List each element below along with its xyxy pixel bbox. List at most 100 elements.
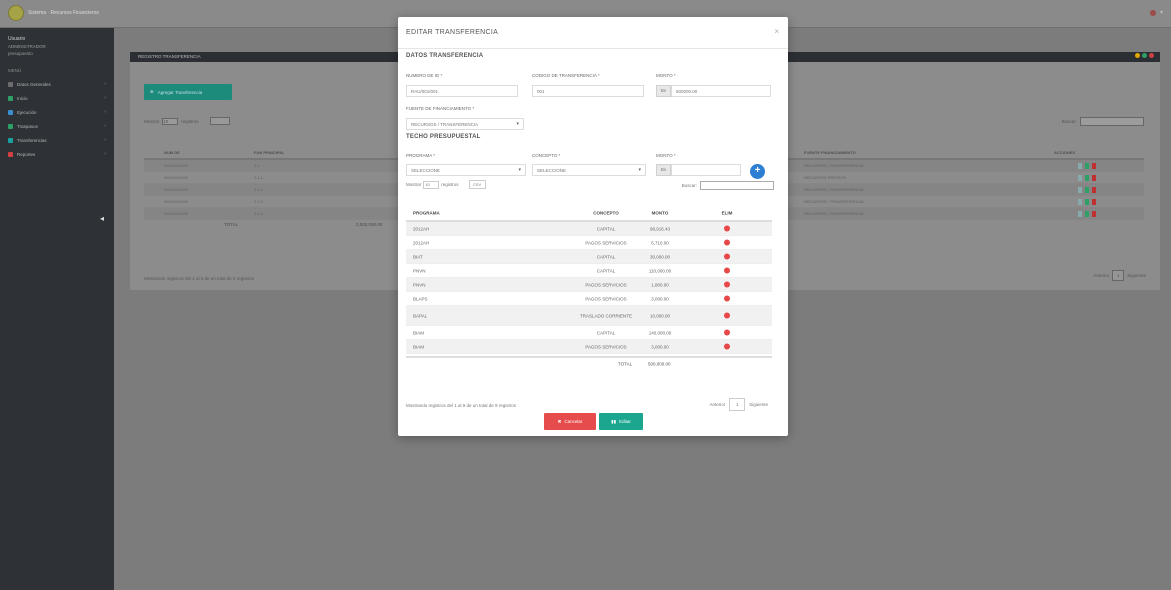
next-page-button[interactable]: Siguiente: [1127, 273, 1146, 278]
delete-row-button[interactable]: [720, 329, 734, 336]
table-header: PROGRAMA CONCEPTO MONTO ELIM: [406, 205, 772, 222]
col-program[interactable]: PROGRAMA: [413, 210, 440, 215]
delete-row-button[interactable]: [720, 239, 734, 246]
delete-row-button[interactable]: [720, 343, 734, 350]
prev-page-button[interactable]: Anterior: [1093, 273, 1109, 278]
user-menu[interactable]: ▾: [1149, 9, 1163, 16]
column-header[interactable]: FUENTE FINANCIAMIENTO: [804, 150, 856, 155]
page-length-select[interactable]: 10: [423, 180, 440, 189]
delete-icon: [724, 225, 730, 231]
cancel-button[interactable]: ✖ Cancelar: [544, 413, 596, 430]
cell-program: BLAPS: [413, 296, 428, 301]
view-icon[interactable]: [1078, 162, 1082, 169]
num-id-input[interactable]: RAU/001/001: [406, 85, 518, 97]
export-button[interactable]: [209, 117, 230, 125]
delete-row-button[interactable]: [720, 225, 734, 232]
minimize-icon[interactable]: [1135, 53, 1140, 58]
search-label: Buscar:: [1061, 119, 1077, 124]
table-row: 2012AH CAPITAL 98,916.43: [406, 222, 772, 236]
delete-row-button[interactable]: [720, 281, 734, 288]
pagination: Anterior 1 Siguiente: [709, 398, 768, 411]
sidebar-item[interactable]: Inicio ‹: [0, 91, 114, 105]
menu-icon: [8, 95, 13, 101]
cell-program: BIAT: [413, 254, 423, 259]
concept-select[interactable]: SELECCIONE ▾: [532, 164, 646, 176]
cell-concept: CAPITAL: [596, 226, 616, 231]
column-header[interactable]: ACCIONES: [1054, 150, 1075, 155]
sidebar-item-label: Traspasos: [17, 123, 38, 129]
edit-icon[interactable]: [1085, 162, 1089, 169]
user-panel: Usuario ADMINISTRADOR presupuesto: [0, 28, 114, 56]
column-header[interactable]: FUN PRINCIPAL: [254, 150, 285, 155]
edit-icon[interactable]: [1085, 210, 1089, 217]
chevron-down-icon: ▾: [518, 167, 521, 173]
save-icon: ▮▮: [611, 418, 617, 424]
table-row: BIAM CAPITAL 140,000.00: [406, 326, 772, 340]
edit-icon[interactable]: [1085, 198, 1089, 205]
edit-icon[interactable]: [1085, 174, 1089, 181]
cancel-label: Cancelar: [564, 419, 583, 424]
add-transfer-button[interactable]: ⊕ Agregar Transferencia: [144, 84, 232, 100]
amount-input[interactable]: 500000.00: [671, 85, 771, 97]
delete-icon[interactable]: [1092, 162, 1096, 169]
budget-amount-input[interactable]: [671, 164, 741, 176]
csv-export-button[interactable]: CSV: [468, 180, 486, 189]
view-icon[interactable]: [1078, 186, 1082, 193]
delete-icon: [724, 343, 730, 349]
program-select[interactable]: SELECCIONE ▾: [406, 164, 526, 176]
sidebar-item-label: Reportes: [17, 151, 36, 157]
cell-num: RAU/001/005: [164, 211, 189, 216]
view-icon[interactable]: [1078, 174, 1082, 181]
page-button[interactable]: 1: [729, 398, 746, 411]
delete-icon[interactable]: [1092, 210, 1096, 217]
table-row: BLAPS PAGOS SERVICIOS 3,000.00: [406, 292, 772, 306]
delete-icon[interactable]: [1092, 198, 1096, 205]
maximize-icon[interactable]: [1142, 53, 1147, 58]
chevron-left-icon: ‹: [104, 109, 106, 115]
search-input[interactable]: [1080, 117, 1144, 126]
delete-icon[interactable]: [1092, 174, 1096, 181]
column-header[interactable]: NUM DE: [164, 150, 180, 155]
table-search: Buscar:: [682, 181, 774, 190]
prev-page-button[interactable]: Anterior: [709, 402, 725, 407]
budget-amount-label: MONTO *: [656, 153, 676, 158]
row-actions: [1078, 186, 1096, 193]
col-concept[interactable]: CONCEPTO: [580, 210, 632, 215]
cell-source: RECURSOS PROPIOS: [804, 175, 847, 180]
delete-row-button[interactable]: [720, 253, 734, 260]
sidebar-item[interactable]: Datos Generales ‹: [0, 77, 114, 91]
next-page-button[interactable]: Siguiente: [749, 402, 768, 407]
add-budget-line-button[interactable]: +: [750, 164, 765, 179]
funding-source-select[interactable]: RECURSOS / TRANSFERENCIA ▾: [406, 118, 524, 130]
close-panel-icon[interactable]: [1149, 53, 1154, 58]
edit-icon[interactable]: [1085, 186, 1089, 193]
delete-row-button[interactable]: [720, 267, 734, 274]
col-amount[interactable]: MONTO: [640, 210, 680, 215]
user-role: ADMINISTRADOR: [8, 44, 46, 49]
close-icon[interactable]: ×: [774, 27, 779, 36]
view-icon[interactable]: [1078, 198, 1082, 205]
row-actions: [1078, 174, 1096, 181]
delete-row-button[interactable]: [720, 312, 734, 319]
cell-concept: CAPITAL: [596, 268, 616, 273]
cell-amount: 10,000.00: [649, 313, 671, 318]
collapse-sidebar-icon[interactable]: ◂: [100, 214, 104, 223]
amount-label: MONTO *: [656, 73, 676, 78]
delete-icon[interactable]: [1092, 186, 1096, 193]
save-button[interactable]: ▮▮ Editar: [599, 413, 643, 430]
view-icon[interactable]: [1078, 210, 1082, 217]
page-button[interactable]: 1: [1112, 270, 1125, 281]
delete-row-button[interactable]: [720, 295, 734, 302]
sidebar-item[interactable]: Reportes ‹: [0, 147, 114, 161]
page-length-select[interactable]: 10: [162, 117, 179, 125]
funding-source-label: FUENTE DE FINANCIAMIENTO *: [406, 106, 475, 111]
search-input[interactable]: [700, 181, 774, 190]
delete-icon: [724, 239, 730, 245]
col-delete[interactable]: ELIM: [720, 210, 734, 215]
sidebar-item[interactable]: Ejecución ‹: [0, 105, 114, 119]
transfer-code-input[interactable]: 001: [532, 85, 644, 97]
panel-title: REGISTRO TRANSFERENCIA: [138, 54, 201, 59]
sidebar-item[interactable]: Transferencias ‹: [0, 133, 114, 147]
sidebar-item[interactable]: Traspasos ‹: [0, 119, 114, 133]
program-label: PROGRAMA *: [406, 153, 436, 158]
